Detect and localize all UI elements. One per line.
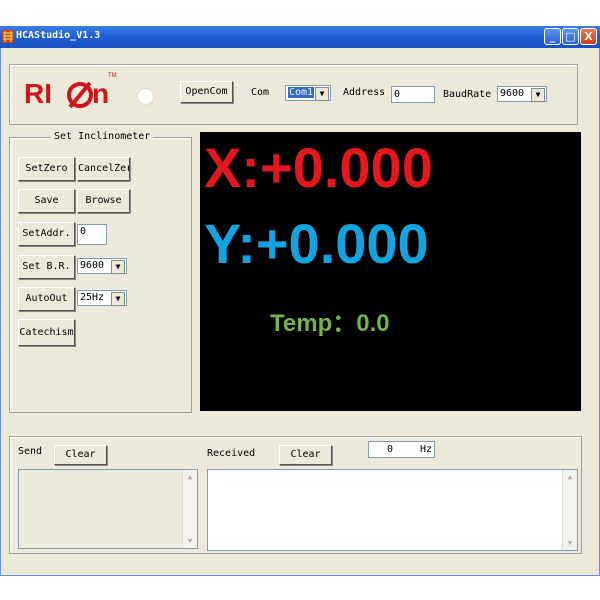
logo-text-end: n <box>92 78 110 109</box>
minimize-button[interactable]: _ <box>544 28 561 45</box>
app-icon <box>2 30 14 43</box>
set-baudrate-button[interactable]: Set B.R. <box>18 255 75 279</box>
set-zero-button[interactable]: SetZero <box>18 157 75 181</box>
temperature-reading: Temp：0.0 <box>270 310 390 337</box>
rate-value: 0 <box>387 444 394 455</box>
chevron-down-icon[interactable]: ▼ <box>531 88 545 102</box>
cancel-zero-button[interactable]: CancelZer <box>77 157 130 181</box>
maximize-button[interactable]: □ <box>562 28 579 45</box>
scroll-up-icon[interactable]: ▲ <box>184 471 196 483</box>
set-addr-button[interactable]: SetAddr. <box>18 222 75 246</box>
logo-text: RI <box>24 78 52 109</box>
address-input[interactable]: 0 <box>391 86 435 103</box>
received-scrollbar[interactable]: ▲ ▼ <box>562 470 577 550</box>
scroll-up-icon[interactable]: ▲ <box>564 471 576 483</box>
rate-readout: 0 Hz <box>368 441 435 458</box>
open-com-button[interactable]: OpenCom <box>180 81 233 103</box>
baudrate-select-value: 9600 <box>500 88 525 99</box>
baudrate-select[interactable]: 9600 ▼ <box>497 86 547 102</box>
scroll-down-icon[interactable]: ▼ <box>184 535 196 547</box>
rion-logo: RI n TM <box>24 72 124 112</box>
received-label: Received <box>207 448 256 459</box>
set-baudrate-select[interactable]: 9600 ▼ <box>77 258 127 274</box>
send-scrollbar[interactable]: ▲ ▼ <box>182 470 197 548</box>
com-select-value: Com1 <box>288 87 315 98</box>
com-select[interactable]: Com1 ▼ <box>285 85 331 101</box>
auto-out-select[interactable]: 25Hz ▼ <box>77 290 127 306</box>
chevron-down-icon[interactable]: ▼ <box>111 292 125 306</box>
send-label: Send <box>18 446 43 457</box>
window-title: HCAStudio_V1.3 <box>16 30 101 41</box>
address-label: Address <box>343 87 386 98</box>
y-axis-reading: Y:+0.000 <box>204 212 429 275</box>
x-axis-reading: X:+0.000 <box>204 136 433 199</box>
save-button[interactable]: Save <box>18 189 75 213</box>
send-clear-button[interactable]: Clear <box>54 445 107 465</box>
title-bar[interactable]: HCAStudio_V1.3 _ □ X <box>0 26 600 48</box>
chevron-down-icon[interactable]: ▼ <box>111 260 125 274</box>
received-textarea[interactable]: ▲ ▼ <box>207 469 578 551</box>
baudrate-label: BaudRate <box>443 89 492 100</box>
inclinometer-group-title: Set Inclinometer <box>51 131 154 142</box>
received-clear-button[interactable]: Clear <box>279 445 332 465</box>
set-baudrate-select-value: 9600 <box>80 260 105 271</box>
logo-trademark: TM <box>108 73 117 79</box>
close-button[interactable]: X <box>580 28 597 45</box>
chevron-down-icon[interactable]: ▼ <box>315 87 329 101</box>
set-addr-input[interactable]: 0 <box>77 224 107 245</box>
rate-unit: Hz <box>420 444 433 455</box>
com-label: Com <box>251 87 270 98</box>
catechism-button[interactable]: Catechism <box>18 319 75 346</box>
auto-out-select-value: 25Hz <box>80 292 105 303</box>
scroll-down-icon[interactable]: ▼ <box>564 537 576 549</box>
browse-button[interactable]: Browse <box>77 189 130 213</box>
status-indicator-icon <box>137 88 154 105</box>
auto-out-button[interactable]: AutoOut <box>18 287 75 311</box>
logo-slashed-o-icon <box>67 81 93 109</box>
send-textarea[interactable]: ▲ ▼ <box>18 469 198 549</box>
